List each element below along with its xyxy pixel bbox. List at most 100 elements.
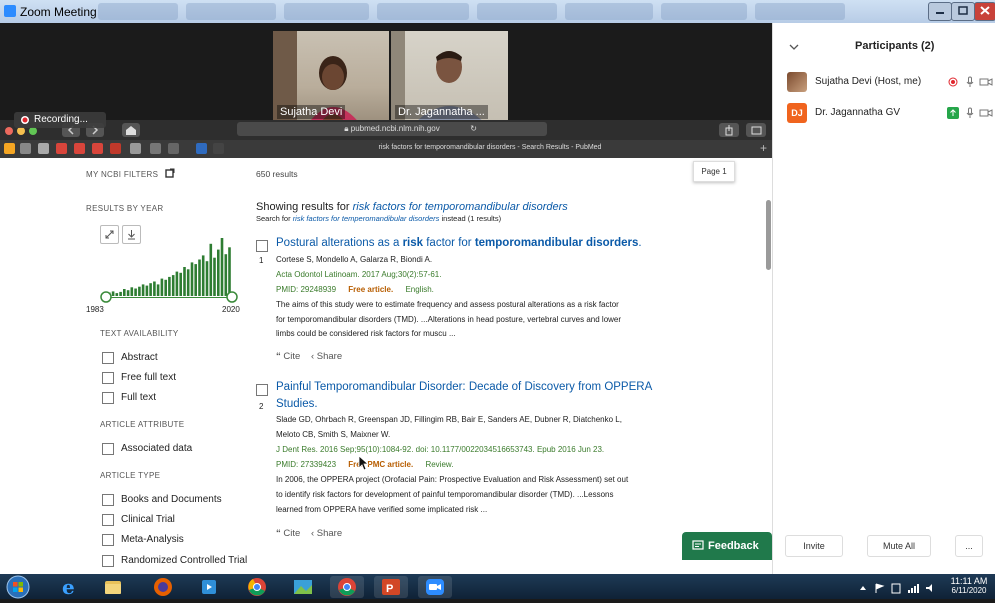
chrome-running-icon[interactable] bbox=[330, 576, 364, 598]
free-full-text-checkbox[interactable] bbox=[102, 372, 114, 384]
meta-analysis-checkbox[interactable] bbox=[102, 534, 114, 546]
histogram-bar bbox=[198, 259, 201, 296]
rct-checkbox[interactable] bbox=[102, 555, 114, 567]
powerpoint-icon[interactable]: P bbox=[374, 576, 408, 598]
cite-button[interactable]: “ Cite bbox=[276, 351, 300, 362]
video-tile-jagannatha[interactable]: Dr. Jagannatha ... bbox=[391, 31, 508, 125]
result-2-checkbox[interactable] bbox=[256, 384, 268, 396]
share-page-button[interactable] bbox=[719, 123, 739, 137]
bookmark-icon[interactable] bbox=[4, 143, 15, 154]
tabs-icon bbox=[751, 126, 762, 135]
taskbar-clock[interactable]: 11:11 AM 6/11/2020 bbox=[945, 576, 993, 595]
chrome-icon[interactable] bbox=[240, 576, 274, 598]
bookmark-icon[interactable] bbox=[213, 143, 224, 154]
screen-share-icon bbox=[947, 107, 959, 119]
file-explorer-icon[interactable] bbox=[96, 576, 130, 598]
internet-explorer-icon[interactable]: e bbox=[52, 575, 86, 599]
video-tile-sujatha[interactable]: Sujatha Devi bbox=[273, 31, 389, 125]
year-slider-start-handle[interactable] bbox=[100, 291, 112, 303]
quote-icon: “ bbox=[276, 528, 281, 539]
histogram-bar bbox=[183, 267, 186, 296]
tabs-overview-button[interactable] bbox=[746, 123, 766, 137]
my-ncbi-filters-link[interactable]: MY NCBI FILTERS bbox=[86, 168, 175, 179]
bookmark-icon[interactable] bbox=[196, 143, 207, 154]
share-icon: ‹ bbox=[310, 351, 315, 362]
bookmark-icon[interactable] bbox=[130, 143, 141, 154]
minimize-button[interactable] bbox=[928, 2, 952, 21]
new-tab-button[interactable]: + bbox=[760, 141, 767, 155]
bookmark-icon[interactable] bbox=[38, 143, 49, 154]
microphone-icon[interactable] bbox=[966, 107, 974, 119]
histogram-bar bbox=[186, 269, 190, 296]
address-bar[interactable]: 🔒︎ pubmed.ncbi.nlm.nih.gov ↻ bbox=[237, 122, 547, 136]
histogram-bar bbox=[209, 243, 213, 296]
clinical-trial-checkbox[interactable] bbox=[102, 514, 114, 526]
collapse-chevron-icon[interactable] bbox=[789, 43, 799, 51]
feedback-button[interactable]: Feedback bbox=[682, 532, 772, 560]
quote-icon: “ bbox=[276, 351, 281, 362]
participant-row[interactable]: Sujatha Devi (Host, me) bbox=[773, 68, 995, 96]
histogram-bar bbox=[164, 279, 167, 296]
result-1-checkbox[interactable] bbox=[256, 240, 268, 252]
bookmark-icon[interactable] bbox=[168, 143, 179, 154]
avatar: DJ bbox=[787, 103, 807, 123]
filter-full-text-label[interactable]: Full text bbox=[121, 392, 156, 403]
reload-icon[interactable]: ↻ bbox=[470, 122, 477, 136]
result-1-snippet-3: limbs could be considered risk factors f… bbox=[276, 329, 456, 338]
original-query-link[interactable]: risk factors for temperomandibular disor… bbox=[293, 214, 440, 223]
zoom-app-icon bbox=[4, 5, 16, 17]
full-text-checkbox[interactable] bbox=[102, 392, 114, 404]
associated-data-checkbox[interactable] bbox=[102, 443, 114, 455]
bookmark-icon[interactable] bbox=[56, 143, 67, 154]
filter-books-documents-label[interactable]: Books and Documents bbox=[121, 494, 222, 505]
histogram-bar bbox=[224, 254, 228, 296]
bookmark-icon[interactable] bbox=[92, 143, 103, 154]
filter-free-full-text-label[interactable]: Free full text bbox=[121, 372, 176, 383]
windows-start-icon[interactable] bbox=[6, 575, 30, 599]
microphone-icon[interactable] bbox=[966, 76, 974, 88]
invite-button[interactable]: Invite bbox=[785, 535, 843, 557]
participant-row[interactable]: DJ Dr. Jagannatha GV bbox=[773, 99, 995, 127]
results-count: 650 results bbox=[256, 169, 298, 179]
firefox-icon[interactable] bbox=[146, 576, 180, 598]
filter-clinical-trial-label[interactable]: Clinical Trial bbox=[121, 514, 175, 525]
abstract-checkbox[interactable] bbox=[102, 352, 114, 364]
bookmark-icon[interactable] bbox=[20, 143, 31, 154]
home-button[interactable] bbox=[122, 123, 140, 137]
zoom-icon[interactable] bbox=[418, 576, 452, 598]
close-button[interactable] bbox=[974, 2, 995, 21]
recording-badge[interactable]: Recording... bbox=[14, 112, 106, 128]
share-button[interactable]: ‹ Share bbox=[311, 351, 342, 362]
result-2-title-link[interactable]: Painful Temporomandibular Disorder: Deca… bbox=[276, 381, 652, 393]
video-camera-icon[interactable] bbox=[979, 108, 993, 118]
histogram-bar bbox=[228, 247, 231, 296]
cite-button[interactable]: “ Cite bbox=[276, 528, 300, 539]
result-2-actions: “ Cite ‹ Share bbox=[276, 528, 342, 539]
text-availability-heading: TEXT AVAILABILITY bbox=[100, 329, 179, 338]
filter-associated-data-label[interactable]: Associated data bbox=[121, 443, 192, 454]
article-type-heading: ARTICLE TYPE bbox=[100, 471, 161, 480]
video-camera-icon[interactable] bbox=[979, 77, 993, 87]
share-button[interactable]: ‹ Share bbox=[311, 528, 342, 539]
results-by-year-histogram[interactable] bbox=[100, 228, 240, 306]
photos-icon[interactable] bbox=[286, 576, 320, 598]
more-options-button[interactable]: ... bbox=[955, 535, 983, 557]
media-player-icon[interactable] bbox=[192, 576, 226, 598]
filter-meta-analysis-label[interactable]: Meta-Analysis bbox=[121, 534, 184, 545]
bookmark-icon[interactable] bbox=[150, 143, 161, 154]
filter-rct-label[interactable]: Randomized Controlled Trial bbox=[121, 555, 247, 566]
bookmark-icon[interactable] bbox=[74, 143, 85, 154]
histogram-bar bbox=[149, 283, 152, 296]
books-documents-checkbox[interactable] bbox=[102, 494, 114, 506]
corrected-query-link[interactable]: risk factors for temporomandibular disor… bbox=[353, 201, 568, 213]
maximize-button[interactable] bbox=[951, 2, 975, 21]
result-1-title-link[interactable]: Postural alterations as a risk factor fo… bbox=[276, 237, 642, 249]
system-tray-icons[interactable] bbox=[858, 582, 938, 594]
mute-all-button[interactable]: Mute All bbox=[867, 535, 931, 557]
page-scrollbar[interactable] bbox=[766, 200, 771, 270]
tab-title[interactable]: risk factors for temporomandibular disor… bbox=[260, 144, 720, 151]
year-slider-end-handle[interactable] bbox=[226, 291, 238, 303]
filter-abstract-label[interactable]: Abstract bbox=[121, 352, 158, 363]
result-2-title-link-cont[interactable]: Studies. bbox=[276, 398, 318, 410]
bookmark-icon[interactable] bbox=[110, 143, 121, 154]
